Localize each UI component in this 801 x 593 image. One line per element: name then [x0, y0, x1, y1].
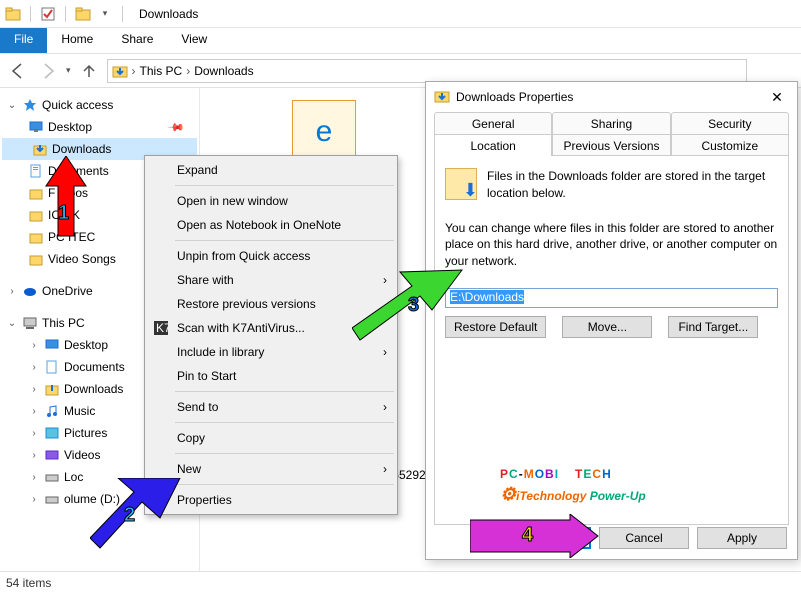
- ribbon: File Home Share View: [0, 28, 801, 54]
- sidebar-qa-desktop[interactable]: Desktop 📌: [2, 116, 197, 138]
- folder-icon: [74, 5, 92, 23]
- folder-icon: [28, 207, 44, 223]
- sidebar-quick-access[interactable]: ⌄ Quick access: [2, 94, 197, 116]
- qat-dropdown-icon[interactable]: ▾: [96, 5, 114, 23]
- chevron-right-icon[interactable]: ›: [186, 64, 190, 78]
- tab-sharing[interactable]: Sharing: [552, 112, 670, 134]
- ctx-unpin-quick-access[interactable]: Unpin from Quick access: [147, 244, 395, 268]
- nav-forward-button[interactable]: [36, 59, 60, 83]
- ctx-properties[interactable]: Properties: [147, 488, 395, 512]
- tab-location-body: ⬇ Files in the Downloads folder are stor…: [434, 155, 789, 525]
- caret-right-icon[interactable]: ›: [6, 285, 18, 297]
- properties-dialog: Downloads Properties ✕ General Sharing S…: [425, 81, 798, 560]
- status-bar: 54 items: [0, 571, 801, 593]
- documents-icon: [44, 359, 60, 375]
- submenu-arrow-icon: ›: [383, 400, 387, 414]
- cloud-icon: [22, 283, 38, 299]
- tab-customize[interactable]: Customize: [671, 134, 789, 156]
- apply-button[interactable]: Apply: [697, 527, 787, 549]
- location-desc-1: Files in the Downloads folder are stored…: [487, 168, 778, 202]
- folder-icon: [28, 229, 44, 245]
- nav-recent-dropdown[interactable]: ▾: [66, 65, 71, 76]
- caret-down-icon[interactable]: ⌄: [6, 317, 18, 329]
- breadcrumb-downloads[interactable]: Downloads: [194, 64, 253, 78]
- ctx-open-new-window[interactable]: Open in new window: [147, 189, 395, 213]
- caret-down-icon[interactable]: ⌄: [6, 99, 18, 111]
- pictures-icon: [44, 425, 60, 441]
- ctx-include-library[interactable]: Include in library ›: [147, 340, 395, 364]
- pc-icon: [22, 315, 38, 331]
- submenu-arrow-icon: ›: [383, 273, 387, 287]
- cancel-button[interactable]: Cancel: [599, 527, 689, 549]
- ctx-send-to[interactable]: Send to ›: [147, 395, 395, 419]
- folder-icon: [4, 5, 22, 23]
- ctx-pin-start[interactable]: Pin to Start: [147, 364, 395, 388]
- ctx-restore-previous[interactable]: Restore previous versions: [147, 292, 395, 316]
- context-menu: Expand Open in new window Open as Notebo…: [144, 155, 398, 515]
- find-target-button[interactable]: Find Target...: [668, 316, 758, 338]
- ctx-open-onenote[interactable]: Open as Notebook in OneNote: [147, 213, 395, 237]
- caret-right-icon[interactable]: ›: [28, 449, 40, 461]
- ctx-share-with[interactable]: Share with ›: [147, 268, 395, 292]
- checkbox-icon[interactable]: [39, 5, 57, 23]
- tab-location[interactable]: Location: [434, 134, 552, 156]
- ribbon-home-tab[interactable]: Home: [47, 28, 107, 53]
- ribbon-file-tab[interactable]: File: [0, 28, 47, 53]
- submenu-arrow-icon: ›: [383, 462, 387, 476]
- folder-icon: [28, 185, 44, 201]
- caret-right-icon[interactable]: ›: [28, 471, 40, 483]
- caret-right-icon[interactable]: ›: [28, 493, 40, 505]
- caret-right-icon[interactable]: ›: [28, 405, 40, 417]
- downloads-icon: [44, 381, 60, 397]
- titlebar: ▾ Downloads: [0, 0, 801, 28]
- location-desc-2: You can change where files in this folde…: [445, 220, 778, 270]
- ribbon-share-tab[interactable]: Share: [107, 28, 167, 53]
- caret-right-icon[interactable]: ›: [28, 383, 40, 395]
- ok-button[interactable]: OK: [501, 527, 591, 549]
- drive-icon: [44, 491, 60, 507]
- svg-text:K7: K7: [156, 321, 168, 335]
- videos-icon: [44, 447, 60, 463]
- caret-right-icon[interactable]: ›: [28, 427, 40, 439]
- location-path-input[interactable]: E:\Downloads: [445, 288, 778, 308]
- dialog-titlebar[interactable]: Downloads Properties ✕: [426, 82, 797, 112]
- folder-icon: [28, 251, 44, 267]
- star-icon: [22, 97, 38, 113]
- music-icon: [44, 403, 60, 419]
- breadcrumb[interactable]: › This PC › Downloads: [107, 59, 747, 83]
- downloads-folder-icon: [112, 59, 128, 83]
- status-item-count: 54 items: [6, 576, 51, 590]
- downloads-icon: [32, 141, 48, 157]
- caret-right-icon[interactable]: ›: [28, 361, 40, 373]
- caret-right-icon[interactable]: ›: [28, 339, 40, 351]
- tab-security[interactable]: Security: [671, 112, 789, 134]
- quick-access-toolbar: ▾: [4, 5, 127, 23]
- tab-general[interactable]: General: [434, 112, 552, 134]
- downloads-large-icon: ⬇: [445, 168, 477, 200]
- breadcrumb-thispc[interactable]: This PC: [140, 64, 183, 78]
- tab-previous-versions[interactable]: Previous Versions: [552, 134, 670, 156]
- ctx-scan-k7[interactable]: K7 Scan with K7AntiVirus...: [147, 316, 395, 340]
- chevron-right-icon[interactable]: ›: [132, 64, 136, 78]
- close-button[interactable]: ✕: [757, 82, 797, 112]
- pin-icon: 📌: [167, 118, 186, 137]
- move-button[interactable]: Move...: [562, 316, 652, 338]
- ctx-copy[interactable]: Copy: [147, 426, 395, 450]
- ribbon-view-tab[interactable]: View: [167, 28, 221, 53]
- desktop-icon: [44, 337, 60, 353]
- downloads-folder-icon: [434, 88, 450, 107]
- documents-icon: [28, 163, 44, 179]
- k7-icon: K7: [153, 320, 169, 336]
- window-title: Downloads: [139, 7, 198, 21]
- dialog-title: Downloads Properties: [456, 90, 573, 104]
- nav-up-button[interactable]: [77, 59, 101, 83]
- restore-default-button[interactable]: Restore Default: [445, 316, 546, 338]
- ctx-expand[interactable]: Expand: [147, 158, 395, 182]
- desktop-icon: [28, 119, 44, 135]
- ctx-new[interactable]: New ›: [147, 457, 395, 481]
- nav-back-button[interactable]: [6, 59, 30, 83]
- drive-icon: [44, 469, 60, 485]
- submenu-arrow-icon: ›: [383, 345, 387, 359]
